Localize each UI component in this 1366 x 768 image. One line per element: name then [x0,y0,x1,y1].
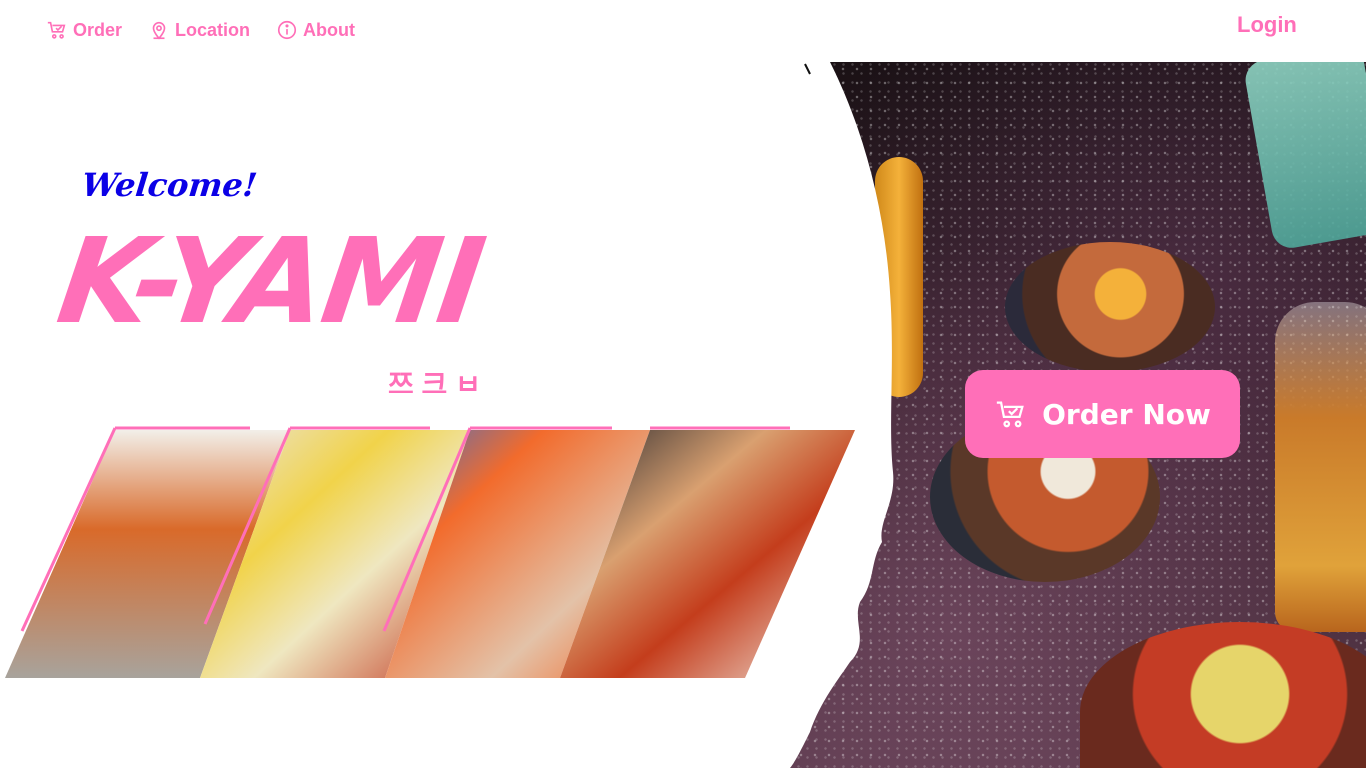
corn-dog-image [875,157,923,397]
nav-item-label: Location [175,19,251,40]
nav-item-location[interactable]: Location [148,19,250,41]
food-gallery [5,426,855,678]
milk-tea-cup [1275,302,1366,632]
location-pin-icon [152,21,166,40]
cart-icon [996,401,1024,428]
info-icon [277,20,297,40]
korean-subtitle: 쯔 크 ㅂ [388,371,481,393]
rice-bowl-image [1005,242,1215,372]
order-now-label: Order Now [1042,397,1211,431]
order-now-button[interactable]: Order Now [965,370,1240,458]
nav-item-about[interactable]: About [276,19,355,41]
nav-item-order[interactable]: Order [46,19,122,41]
nav-item-label: About [303,19,356,40]
brand-title: K-YAMI [50,212,491,350]
cart-icon [47,21,66,39]
login-link[interactable]: Login [1237,12,1297,38]
welcome-text: Welcome! [80,166,259,204]
main-nav: Order Location About [46,19,355,41]
nav-item-label: Order [73,19,123,40]
